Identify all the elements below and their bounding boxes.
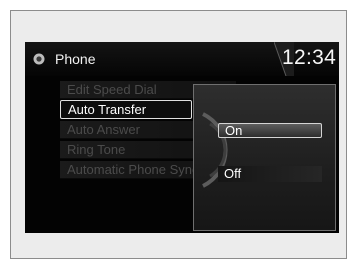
menu-item-auto-transfer[interactable]: Auto Transfer <box>60 100 192 119</box>
phone-icon <box>33 53 45 65</box>
screen-title: Phone <box>55 51 96 67</box>
option-off[interactable]: Off <box>218 166 322 182</box>
navigation-screen: Phone 12:34 Edit Speed Dial Auto Transfe… <box>25 42 339 233</box>
screen-header: Phone 12:34 <box>25 42 339 76</box>
option-on[interactable]: On <box>218 123 322 138</box>
clock-display: 12:34 <box>282 46 337 69</box>
